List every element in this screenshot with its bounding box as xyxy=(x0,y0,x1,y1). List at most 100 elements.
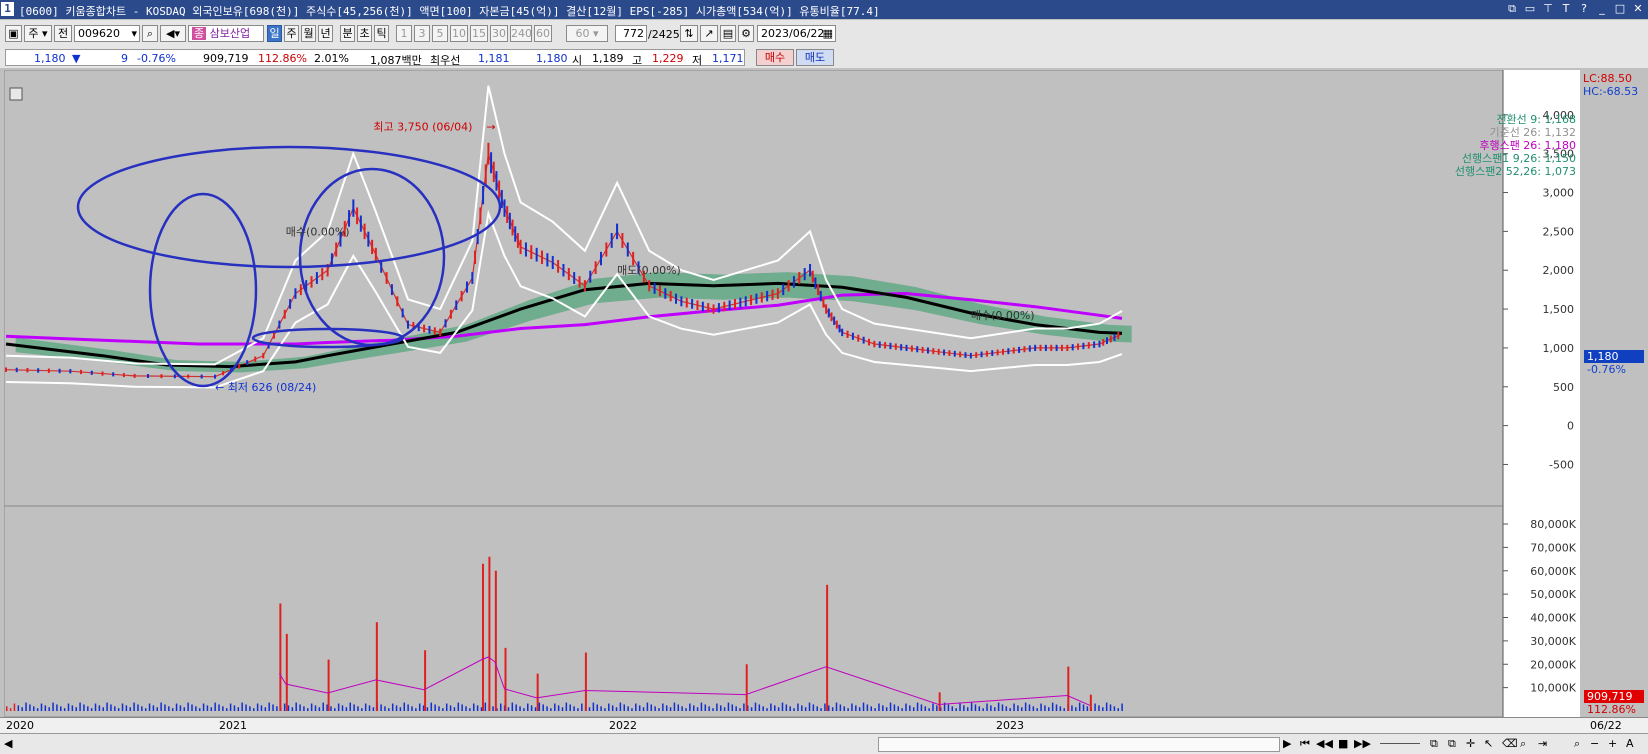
scroll-left-button[interactable]: ◀ xyxy=(4,737,12,750)
volume-bar xyxy=(225,708,228,711)
candle xyxy=(1055,344,1058,352)
save-icon[interactable]: ▤ xyxy=(720,25,736,42)
first-button[interactable]: ⏮ xyxy=(1300,737,1310,751)
candle xyxy=(803,268,806,281)
close-icon[interactable]: ✕ xyxy=(1632,2,1644,16)
period-second[interactable]: 초 xyxy=(357,25,372,42)
eraser-icon[interactable]: ⌫ xyxy=(1502,737,1518,750)
period-week[interactable]: 주 xyxy=(284,25,299,42)
calendar-icon[interactable]: ▦ xyxy=(823,26,833,41)
candle xyxy=(937,348,940,355)
pin-icon[interactable]: ⊤ xyxy=(1542,2,1554,16)
volume-bar xyxy=(596,704,598,711)
period-year[interactable]: 년 xyxy=(318,25,333,42)
interval-30[interactable]: 30 xyxy=(490,25,508,42)
maximize-icon[interactable]: □ xyxy=(1614,2,1626,16)
mode-select[interactable]: 주 ▾ xyxy=(24,25,52,42)
interval-15[interactable]: 15 xyxy=(470,25,488,42)
interval-1[interactable]: 1 xyxy=(396,25,412,42)
sell-button[interactable]: 매도 xyxy=(796,49,834,66)
volume-bar xyxy=(364,703,367,711)
x-label-2022: 2022 xyxy=(609,719,637,732)
period-day[interactable]: 일 xyxy=(267,25,282,42)
volume-bar xyxy=(125,705,128,711)
volume-peak-bar xyxy=(279,603,282,711)
volume-bar xyxy=(804,707,807,711)
buy-button[interactable]: 매수 xyxy=(756,49,794,66)
font-size-button[interactable]: A xyxy=(1626,737,1634,750)
prev-button[interactable]: 전 xyxy=(54,25,72,42)
price-chart[interactable]: 4,0003,5003,0002,5002,0001,5001,0005000-… xyxy=(4,70,1580,506)
candle xyxy=(330,253,333,267)
link-icon[interactable]: ⧉ xyxy=(1506,2,1518,16)
volume-peak-bar xyxy=(826,584,829,711)
candle xyxy=(685,297,688,308)
volume-bar xyxy=(577,708,579,711)
volume-chart[interactable]: 80,000K 70,000K 60,000K 50,000K 40,000K 30,00… xyxy=(4,506,1580,717)
volume-bar xyxy=(442,708,444,711)
trend-icon[interactable]: ↗ xyxy=(700,25,718,42)
stop-button[interactable]: ■ xyxy=(1338,737,1348,750)
interval-select[interactable]: 60 ▾ xyxy=(566,25,608,42)
stock-name[interactable]: 종 삼보산업 xyxy=(188,25,264,42)
volume-bar xyxy=(233,705,236,711)
count-input[interactable]: 772 xyxy=(615,25,647,42)
volume-bar xyxy=(785,704,788,711)
pointer-icon[interactable]: ↖ xyxy=(1484,737,1493,750)
layout-icon[interactable]: ⧉ xyxy=(1430,737,1438,751)
volume-bar xyxy=(878,703,880,711)
stock-code-input[interactable]: 009620 ▾ xyxy=(74,25,140,42)
minimize-icon[interactable]: _ xyxy=(1596,2,1608,16)
zoom-search-icon[interactable]: ⌕ xyxy=(1574,737,1580,751)
volume-bar xyxy=(758,704,761,711)
candle xyxy=(1117,332,1120,340)
interval-60[interactable]: 60 xyxy=(534,25,552,42)
volume-bar xyxy=(469,708,471,711)
volume-tick-label: 70,000K xyxy=(1530,541,1576,554)
quote-bar: 1,180 ▼ 9 -0.76% 909,719 112.86% 2.01% 1… xyxy=(0,48,1648,68)
zoom-slider[interactable] xyxy=(1380,743,1420,744)
period-month[interactable]: 월 xyxy=(301,25,316,42)
volume-bar xyxy=(183,707,186,711)
volume-bar xyxy=(465,706,467,711)
period-tick[interactable]: 틱 xyxy=(374,25,389,42)
font-icon[interactable]: T xyxy=(1560,2,1572,16)
chart-settings-icon[interactable]: ▣ xyxy=(5,25,22,42)
volume-bar xyxy=(98,705,101,711)
interval-240[interactable]: 240 xyxy=(510,25,532,42)
zoom-in-button[interactable]: + xyxy=(1608,737,1617,750)
window-number[interactable]: 1 xyxy=(1,2,14,16)
crosshair-icon[interactable]: ✛ xyxy=(1466,737,1475,750)
rewind-button[interactable]: ◀◀ xyxy=(1316,737,1333,750)
forward-button[interactable]: ▶▶ xyxy=(1354,737,1371,750)
date-input[interactable]: 2023/06/22 ▦ xyxy=(757,25,836,42)
candle xyxy=(605,242,608,257)
compare-icon[interactable]: ⇅ xyxy=(680,25,698,42)
interval-5[interactable]: 5 xyxy=(432,25,448,42)
candle xyxy=(980,351,983,358)
search-icon[interactable]: ⌕ xyxy=(142,25,158,42)
volume-bar xyxy=(1013,703,1015,711)
zoom-out-button[interactable]: − xyxy=(1590,737,1599,750)
help-icon[interactable]: ? xyxy=(1578,2,1590,16)
speaker-icon[interactable]: ◀▾ xyxy=(160,25,186,42)
volume-bar xyxy=(685,708,687,711)
volume-bar xyxy=(160,702,162,711)
magnifier-icon[interactable]: ⌕ xyxy=(1520,737,1526,751)
chevron-down-icon[interactable]: ▾ xyxy=(131,26,137,41)
scroll-thumb[interactable] xyxy=(878,737,1280,752)
candle xyxy=(254,356,257,362)
gear-icon[interactable]: ⚙ xyxy=(738,25,754,42)
next-page-icon[interactable]: ⇥ xyxy=(1538,737,1547,750)
interval-3[interactable]: 3 xyxy=(414,25,430,42)
period-minute[interactable]: 분 xyxy=(340,25,355,42)
split-icon[interactable]: ▭ xyxy=(1524,2,1536,16)
volume-bar xyxy=(117,708,120,711)
interval-10[interactable]: 10 xyxy=(450,25,468,42)
volume-bar xyxy=(592,702,595,711)
candle xyxy=(653,282,656,294)
copy-icon[interactable]: ⧉ xyxy=(1448,737,1456,751)
scroll-right-button[interactable]: ▶ xyxy=(1283,737,1291,750)
volume-bar xyxy=(295,702,297,711)
scrollbar[interactable]: ◀ ▶ ⏮ ◀◀ ■ ▶▶ ⧉ ⧉ ✛ ↖ ⌫ ⌕ ⇥ ⌕ − + A xyxy=(0,733,1648,754)
